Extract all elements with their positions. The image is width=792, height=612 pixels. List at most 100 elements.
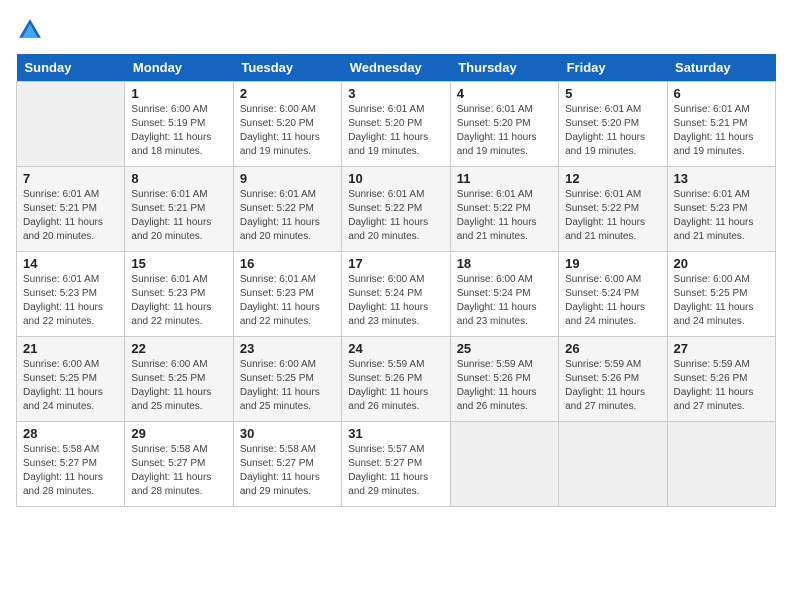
day-info: Sunrise: 5:59 AMSunset: 5:26 PMDaylight:…: [348, 358, 443, 414]
day-number: 4: [457, 86, 552, 101]
calendar-cell: 15 Sunrise: 6:01 AMSunset: 5:23 PMDayligh…: [125, 252, 233, 337]
calendar-cell: 26 Sunrise: 5:59 AMSunset: 5:26 PMDayligh…: [559, 337, 667, 422]
logo-icon: [16, 16, 44, 44]
calendar-cell: 1Sunrise: 6:00 AMSunset: 5:19 PMDaylight…: [125, 82, 233, 167]
day-number: 23: [240, 341, 335, 356]
day-info: Sunrise: 6:00 AMSunset: 5:25 PMDaylight:…: [674, 273, 769, 329]
calendar-cell: 14 Sunrise: 6:01 AMSunset: 5:23 PMDayligh…: [17, 252, 125, 337]
day-info: Sunrise: 5:58 AMSunset: 5:27 PMDaylight:…: [240, 443, 335, 499]
day-info: Sunrise: 6:01 AMSunset: 5:20 PMDaylight:…: [457, 103, 552, 159]
weekday-header-friday: Friday: [559, 54, 667, 82]
day-info: Sunrise: 6:01 AMSunset: 5:21 PMDaylight:…: [674, 103, 769, 159]
weekday-header-sunday: Sunday: [17, 54, 125, 82]
day-info: Sunrise: 6:01 AMSunset: 5:22 PMDaylight:…: [457, 188, 552, 244]
calendar-cell: 7 Sunrise: 6:01 AMSunset: 5:21 PMDaylight…: [17, 167, 125, 252]
day-number: 16: [240, 256, 335, 271]
calendar-cell: 8Sunrise: 6:01 AMSunset: 5:21 PMDaylight…: [125, 167, 233, 252]
calendar-cell: 3 Sunrise: 6:01 AMSunset: 5:20 PMDaylight…: [342, 82, 450, 167]
calendar-cell: [17, 82, 125, 167]
day-number: 14: [23, 256, 118, 271]
calendar-cell: 10 Sunrise: 6:01 AMSunset: 5:22 PMDayligh…: [342, 167, 450, 252]
calendar-cell: 24 Sunrise: 5:59 AMSunset: 5:26 PMDayligh…: [342, 337, 450, 422]
calendar-cell: 4 Sunrise: 6:01 AMSunset: 5:20 PMDaylight…: [450, 82, 558, 167]
day-number: 8: [131, 171, 226, 186]
day-number: 10: [348, 171, 443, 186]
day-number: 11: [457, 171, 552, 186]
day-info: Sunrise: 5:58 AMSunset: 5:27 PMDaylight:…: [131, 443, 226, 499]
page-header: [16, 16, 776, 44]
day-info: Sunrise: 6:01 AMSunset: 5:21 PMDaylight:…: [23, 188, 118, 244]
calendar-table: SundayMondayTuesdayWednesdayThursdayFrid…: [16, 54, 776, 507]
calendar-body: 1Sunrise: 6:00 AMSunset: 5:19 PMDaylight…: [17, 82, 776, 507]
day-info: Sunrise: 6:01 AMSunset: 5:20 PMDaylight:…: [565, 103, 660, 159]
day-number: 29: [131, 426, 226, 441]
day-info: Sunrise: 5:59 AMSunset: 5:26 PMDaylight:…: [457, 358, 552, 414]
day-number: 22: [131, 341, 226, 356]
calendar-cell: [559, 422, 667, 507]
calendar-cell: 2 Sunrise: 6:00 AMSunset: 5:20 PMDaylight…: [233, 82, 341, 167]
day-number: 24: [348, 341, 443, 356]
calendar-cell: 21Sunrise: 6:00 AMSunset: 5:25 PMDayligh…: [17, 337, 125, 422]
day-info: Sunrise: 6:00 AMSunset: 5:24 PMDaylight:…: [348, 273, 443, 329]
calendar-cell: 22 Sunrise: 6:00 AMSunset: 5:25 PMDayligh…: [125, 337, 233, 422]
day-number: 9: [240, 171, 335, 186]
day-info: Sunrise: 6:00 AMSunset: 5:24 PMDaylight:…: [457, 273, 552, 329]
day-number: 19: [565, 256, 660, 271]
calendar-cell: 18 Sunrise: 6:00 AMSunset: 5:24 PMDayligh…: [450, 252, 558, 337]
weekday-header-monday: Monday: [125, 54, 233, 82]
calendar-cell: 31 Sunrise: 5:57 AMSunset: 5:27 PMDayligh…: [342, 422, 450, 507]
day-number: 20: [674, 256, 769, 271]
calendar-cell: [667, 422, 775, 507]
day-info: Sunrise: 5:59 AMSunset: 5:26 PMDaylight:…: [674, 358, 769, 414]
day-info: Sunrise: 6:01 AMSunset: 5:23 PMDaylight:…: [240, 273, 335, 329]
day-info: Sunrise: 6:00 AMSunset: 5:20 PMDaylight:…: [240, 103, 335, 159]
day-info: Sunrise: 5:59 AMSunset: 5:26 PMDaylight:…: [565, 358, 660, 414]
day-number: 2: [240, 86, 335, 101]
calendar-cell: 19 Sunrise: 6:00 AMSunset: 5:24 PMDayligh…: [559, 252, 667, 337]
day-info: Sunrise: 6:01 AMSunset: 5:20 PMDaylight:…: [348, 103, 443, 159]
day-number: 18: [457, 256, 552, 271]
calendar-week-3: 14 Sunrise: 6:01 AMSunset: 5:23 PMDayligh…: [17, 252, 776, 337]
calendar-cell: 11 Sunrise: 6:01 AMSunset: 5:22 PMDayligh…: [450, 167, 558, 252]
calendar-cell: 27Sunrise: 5:59 AMSunset: 5:26 PMDayligh…: [667, 337, 775, 422]
day-info: Sunrise: 6:00 AMSunset: 5:24 PMDaylight:…: [565, 273, 660, 329]
day-number: 31: [348, 426, 443, 441]
calendar-cell: 13 Sunrise: 6:01 AMSunset: 5:23 PMDayligh…: [667, 167, 775, 252]
weekday-header-tuesday: Tuesday: [233, 54, 341, 82]
day-info: Sunrise: 6:00 AMSunset: 5:25 PMDaylight:…: [131, 358, 226, 414]
day-number: 12: [565, 171, 660, 186]
day-number: 6: [674, 86, 769, 101]
day-number: 21: [23, 341, 118, 356]
calendar-week-5: 28 Sunrise: 5:58 AMSunset: 5:27 PMDayligh…: [17, 422, 776, 507]
day-number: 13: [674, 171, 769, 186]
day-number: 17: [348, 256, 443, 271]
calendar-header: SundayMondayTuesdayWednesdayThursdayFrid…: [17, 54, 776, 82]
day-info: Sunrise: 6:01 AMSunset: 5:23 PMDaylight:…: [674, 188, 769, 244]
calendar-cell: [450, 422, 558, 507]
calendar-cell: 29 Sunrise: 5:58 AMSunset: 5:27 PMDayligh…: [125, 422, 233, 507]
day-number: 28: [23, 426, 118, 441]
day-info: Sunrise: 6:01 AMSunset: 5:22 PMDaylight:…: [240, 188, 335, 244]
day-number: 25: [457, 341, 552, 356]
weekday-header-saturday: Saturday: [667, 54, 775, 82]
calendar-cell: 23Sunrise: 6:00 AMSunset: 5:25 PMDayligh…: [233, 337, 341, 422]
day-number: 7: [23, 171, 118, 186]
calendar-cell: 17 Sunrise: 6:00 AMSunset: 5:24 PMDayligh…: [342, 252, 450, 337]
calendar-week-4: 21 Sunrise: 6:00 AMSunset: 5:25 PMDayligh…: [17, 337, 776, 422]
day-info: Sunrise: 6:01 AMSunset: 5:23 PMDaylight:…: [131, 273, 226, 329]
day-number: 1: [131, 86, 226, 101]
calendar-cell: 12 Sunrise: 6:01 AMSunset: 5:22 PMDayligh…: [559, 167, 667, 252]
calendar-cell: 6 Sunrise: 6:01 AMSunset: 5:21 PMDaylight…: [667, 82, 775, 167]
day-number: 15: [131, 256, 226, 271]
day-info: Sunrise: 6:01 AMSunset: 5:22 PMDaylight:…: [565, 188, 660, 244]
calendar-cell: 30Sunrise: 5:58 AMSunset: 5:27 PMDayligh…: [233, 422, 341, 507]
day-number: 26: [565, 341, 660, 356]
weekday-header-thursday: Thursday: [450, 54, 558, 82]
calendar-cell: 5Sunrise: 6:01 AMSunset: 5:20 PMDaylight…: [559, 82, 667, 167]
day-info: Sunrise: 6:01 AMSunset: 5:22 PMDaylight:…: [348, 188, 443, 244]
calendar-cell: 20 Sunrise: 6:00 AMSunset: 5:25 PMDayligh…: [667, 252, 775, 337]
day-info: Sunrise: 5:57 AMSunset: 5:27 PMDaylight:…: [348, 443, 443, 499]
day-info: Sunrise: 6:01 AMSunset: 5:23 PMDaylight:…: [23, 273, 118, 329]
calendar-cell: 25 Sunrise: 5:59 AMSunset: 5:26 PMDayligh…: [450, 337, 558, 422]
day-number: 3: [348, 86, 443, 101]
